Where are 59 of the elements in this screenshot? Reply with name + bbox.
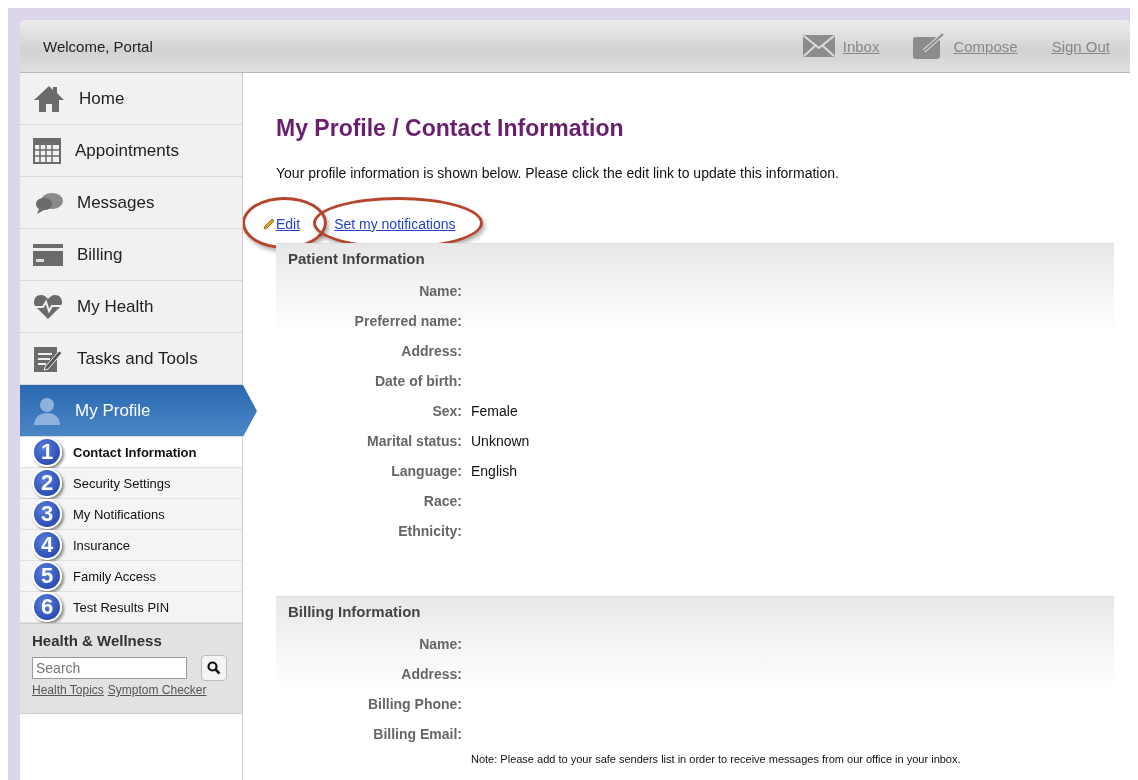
field-label: Address:: [400, 666, 462, 682]
subnav-item[interactable]: 6 Test Results PIN: [20, 592, 242, 623]
notepad-pencil-icon: [33, 344, 63, 373]
field-label: Billing Email:: [372, 726, 462, 742]
number-badge: 4: [32, 530, 62, 560]
field-value: Unknown: [471, 432, 531, 451]
field-value: English: [471, 462, 518, 481]
calendar-icon: [33, 137, 61, 164]
nav-item[interactable]: Home: [20, 73, 242, 125]
subnav-item[interactable]: 5 Family Access: [20, 561, 242, 592]
number-badge: 6: [32, 592, 62, 622]
nav-item[interactable]: Tasks and Tools: [20, 333, 242, 385]
notifications-link[interactable]: Set my notifications: [334, 216, 456, 232]
nav-item[interactable]: Billing: [20, 229, 242, 281]
field-label: Address:: [400, 343, 462, 359]
credit-card-icon: [33, 243, 63, 266]
pencil-square-icon: [913, 33, 946, 59]
health-link[interactable]: Symptom Checker: [107, 683, 207, 697]
number-badge: 2: [32, 468, 62, 498]
subnav-item[interactable]: 4 Insurance: [20, 530, 242, 561]
subnav-item[interactable]: 1 Contact Information: [20, 437, 242, 468]
nav-item[interactable]: Appointments: [20, 125, 242, 177]
panel-title: Patient Information: [287, 250, 426, 269]
field-label: Date of birth:: [373, 373, 462, 389]
number-badge: 5: [32, 561, 62, 591]
number-badge: 1: [32, 437, 62, 467]
field-label: Sex:: [431, 403, 462, 419]
envelope-icon: [802, 35, 835, 57]
field-value: Female: [471, 402, 519, 421]
person-icon: [33, 396, 61, 425]
welcome-text: Welcome, Portal: [43, 37, 154, 55]
heartbeat-icon: [33, 293, 63, 320]
subnav-item[interactable]: 2 Security Settings: [20, 468, 242, 499]
search-field[interactable]: Search: [32, 657, 187, 679]
field-label: Marital status:: [366, 433, 462, 449]
note-text: Note: Please add to your safe senders list in order to receive messages from our office in your inbox.: [471, 753, 961, 765]
house-icon: [33, 84, 65, 113]
field-label: Preferred name:: [353, 313, 462, 329]
field-label: Language:: [390, 463, 462, 479]
edit-link[interactable]: Edit: [263, 216, 301, 232]
number-badge: 3: [32, 499, 62, 529]
search-icon: [207, 661, 221, 675]
field-label: Name:: [418, 283, 462, 299]
panel-title: Billing Information: [287, 603, 422, 622]
speech-bubbles-icon: [33, 191, 63, 214]
field-label: Race:: [422, 493, 462, 509]
nav-item[interactable]: Messages: [20, 177, 242, 229]
field-label: Billing Phone:: [366, 696, 462, 712]
nav-item[interactable]: My Profile: [20, 385, 257, 437]
subnav-item[interactable]: 3 My Notifications: [20, 499, 242, 530]
intro-text: Your profile information is shown below. Please click the edit link to update this information.: [276, 165, 840, 181]
field-label: Name:: [418, 636, 462, 652]
health-link[interactable]: Health Topics: [32, 683, 104, 697]
field-label: Ethnicity:: [397, 523, 462, 539]
search-button[interactable]: [201, 655, 227, 681]
pencil-icon: [263, 218, 275, 230]
nav-item[interactable]: My Health: [20, 281, 242, 333]
page-title: My Profile / Contact Information: [276, 115, 625, 142]
section-heading: Health & Wellness: [32, 632, 163, 649]
